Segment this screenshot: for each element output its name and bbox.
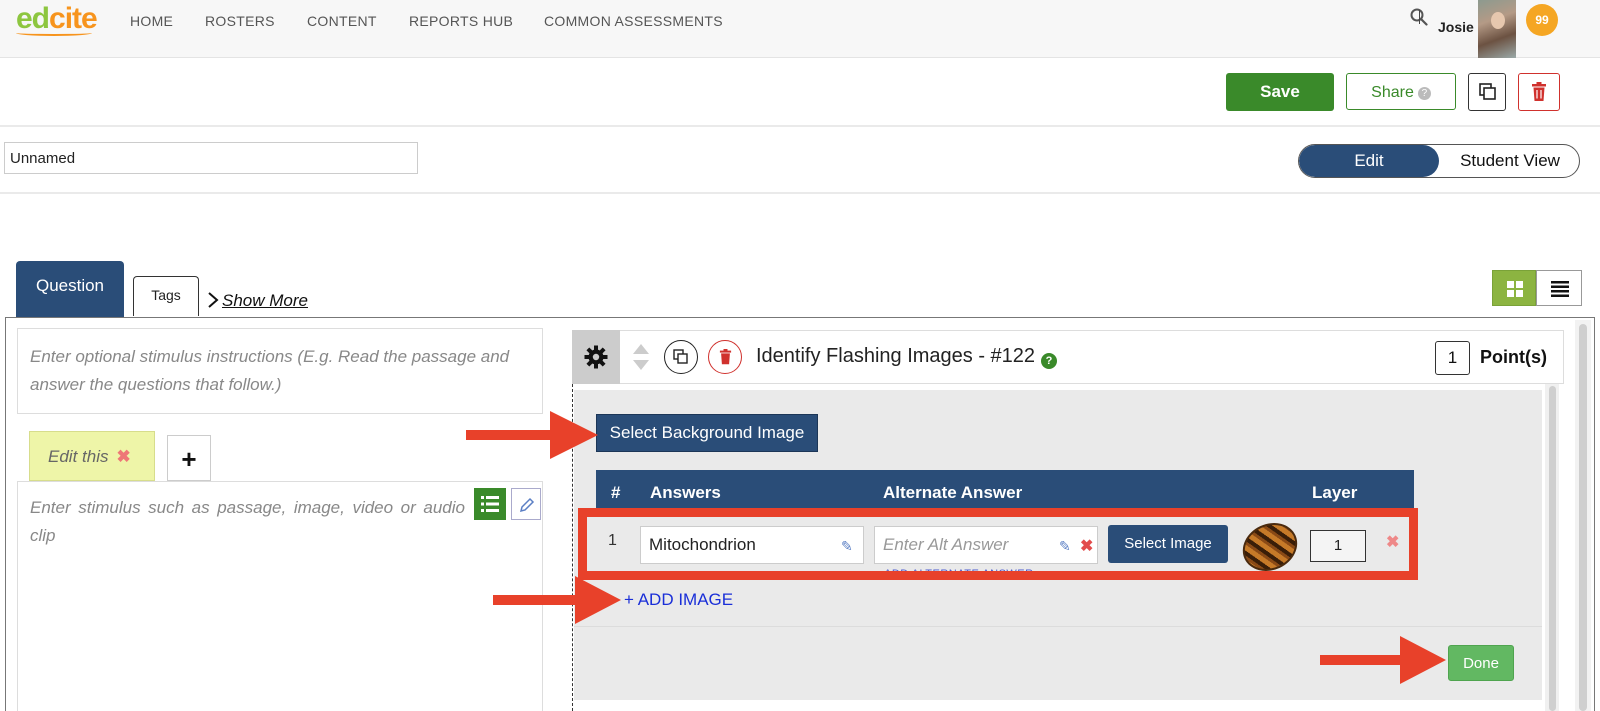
top-navigation: edcite HOME ROSTERS CONTENT REPORTS HUB …	[0, 0, 1600, 58]
scrollbar-thumb[interactable]	[1579, 324, 1587, 711]
assessment-name-input[interactable]	[4, 142, 418, 174]
student-view-option[interactable]: Student View	[1439, 145, 1579, 177]
body-divider	[574, 626, 1542, 627]
close-icon[interactable]: ✖	[116, 447, 130, 466]
settings-button[interactable]	[572, 330, 620, 384]
chevron-right-icon[interactable]	[207, 291, 219, 309]
pencil-icon	[519, 497, 535, 513]
duplicate-button[interactable]	[1468, 73, 1506, 111]
scrollbar-thumb[interactable]	[1549, 386, 1556, 711]
page-scrollbar[interactable]	[1575, 320, 1591, 711]
share-button[interactable]: Share?	[1346, 73, 1456, 110]
list-icon	[481, 496, 499, 512]
stimulus-list-button[interactable]	[474, 488, 506, 520]
annotation-arrow-icon	[1320, 636, 1446, 684]
annotation-arrow-icon	[466, 411, 598, 459]
stimulus-tab[interactable]: Edit this ✖	[29, 431, 155, 481]
column-header-alternate: Alternate Answer	[883, 483, 1023, 502]
avatar-face	[1491, 12, 1505, 29]
question-title: Identify Flashing Images - #122?	[756, 345, 1058, 369]
column-header-layer: Layer	[1312, 483, 1358, 502]
show-more-link[interactable]: Show More	[222, 291, 308, 311]
toolbar-divider	[0, 125, 1600, 127]
nav-divider	[1419, 10, 1420, 24]
trash-icon	[1532, 82, 1546, 101]
header-divider	[0, 192, 1600, 194]
edit-view-option[interactable]: Edit	[1299, 145, 1439, 177]
stimulus-edit-button[interactable]	[511, 488, 541, 520]
copy-icon	[1479, 83, 1496, 100]
logo-swoosh	[16, 30, 92, 36]
grid-icon	[1507, 281, 1523, 297]
grid-view-button[interactable]	[1492, 270, 1536, 306]
column-header-number: #	[611, 483, 621, 502]
gear-icon	[584, 345, 608, 369]
nav-content[interactable]: CONTENT	[307, 13, 377, 29]
list-icon	[1551, 281, 1569, 297]
nav-reports-hub[interactable]: REPORTS HUB	[409, 13, 513, 29]
points-input[interactable]: 1	[1435, 341, 1470, 375]
annotation-highlight-box	[578, 508, 1418, 580]
notification-badge[interactable]: 99	[1526, 4, 1558, 36]
avatar[interactable]	[1478, 0, 1516, 58]
column-header-answers: Answers	[650, 483, 721, 502]
duplicate-question-button[interactable]	[664, 340, 698, 374]
trash-icon	[719, 349, 732, 365]
stimulus-placeholder: Enter stimulus such as passage, image, v…	[30, 498, 465, 545]
help-icon[interactable]: ?	[1041, 353, 1058, 369]
copy-icon	[673, 349, 688, 364]
share-help-icon[interactable]: ?	[1417, 87, 1431, 100]
save-button[interactable]: Save	[1226, 73, 1334, 111]
points-label: Point(s)	[1480, 347, 1547, 367]
question-title-text: Identify Flashing Images - #122	[756, 345, 1036, 367]
add-stimulus-tab-button[interactable]: +	[167, 435, 211, 481]
delete-button[interactable]	[1518, 73, 1560, 111]
reorder-icon[interactable]	[633, 344, 649, 370]
stimulus-instructions-field[interactable]: Enter optional stimulus instructions (E.…	[17, 328, 543, 414]
done-button[interactable]: Done	[1448, 645, 1514, 681]
question-scrollbar[interactable]	[1545, 384, 1559, 711]
list-view-button[interactable]	[1536, 270, 1582, 306]
tab-question[interactable]: Question	[16, 261, 124, 317]
tab-tags[interactable]: Tags	[133, 276, 199, 316]
stimulus-tab-label: Edit this	[48, 447, 109, 466]
annotation-arrow-icon	[493, 576, 621, 624]
delete-question-button[interactable]	[708, 340, 742, 374]
select-background-image-button[interactable]: Select Background Image	[596, 414, 818, 452]
nav-common-assessments[interactable]: COMMON ASSESSMENTS	[544, 13, 723, 29]
nav-rosters[interactable]: ROSTERS	[205, 13, 275, 29]
view-toggle[interactable]: Edit Student View	[1298, 144, 1580, 178]
nav-home[interactable]: HOME	[130, 13, 173, 29]
share-label: Share	[1371, 84, 1414, 101]
add-image-link[interactable]: + ADD IMAGE	[624, 590, 733, 610]
user-name[interactable]: Josie	[1438, 19, 1474, 35]
